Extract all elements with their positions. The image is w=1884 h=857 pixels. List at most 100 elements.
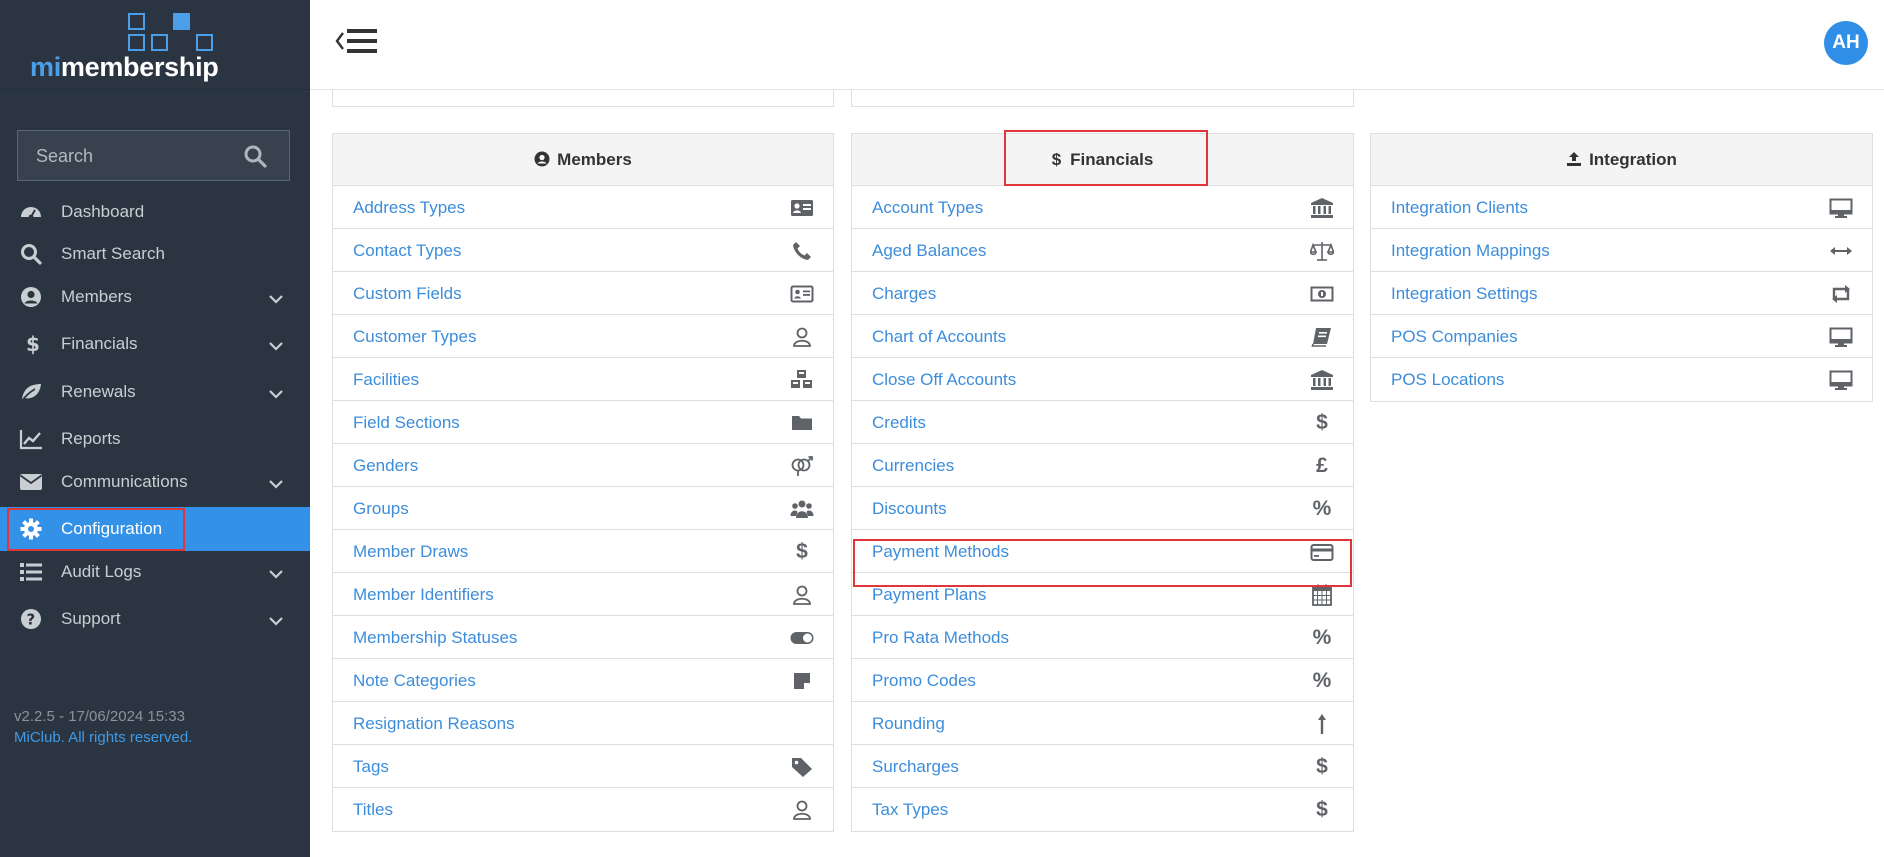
config-link-charges[interactable]: Charges [852,272,1353,315]
sidebar-item-renewals[interactable]: Renewals [0,370,310,414]
tag-icon [790,756,814,778]
chart-line-icon [19,430,42,450]
config-link-tags[interactable]: Tags [333,745,833,788]
menu-toggle-icon[interactable] [334,26,380,56]
row-label: Tax Types [872,800,949,819]
row-label: Credits [872,413,926,432]
config-link-chart-of-accounts[interactable]: Chart of Accounts [852,315,1353,358]
financials-panel: $ Financials Account Types Aged Balances … [851,133,1354,832]
config-link-pos-companies[interactable]: POS Companies [1371,315,1872,358]
user-circle-icon [534,151,550,167]
chevron-down-icon [269,617,283,626]
config-link-facilities[interactable]: Facilities [333,358,833,401]
logo[interactable]: mimembership [0,0,310,90]
row-label: Close Off Accounts [872,370,1017,389]
row-label: Field Sections [353,413,460,432]
logo-square [128,13,145,30]
config-link-customer-types[interactable]: Customer Types [333,315,833,358]
row-label: POS Companies [1391,327,1518,346]
config-link-rounding[interactable]: Rounding [852,702,1353,745]
user-avatar[interactable]: AH [1824,21,1868,65]
config-link-aged-balances[interactable]: Aged Balances [852,229,1353,272]
sidebar: mimembership Dashboard Smart Search Memb… [0,0,310,857]
config-link-member-identifiers[interactable]: Member Identifiers [333,573,833,616]
config-link-discounts[interactable]: Discounts% [852,487,1353,530]
panel-title: Integration [1589,150,1677,169]
retweet-icon [1829,283,1853,305]
chevron-down-icon [269,342,283,351]
envelope-icon [19,474,43,490]
config-link-custom-fields[interactable]: Custom Fields [333,272,833,315]
configuration-highlight [7,508,185,551]
search-input[interactable] [36,145,236,167]
config-link-note-categories[interactable]: Note Categories [333,659,833,702]
members-panel: Members Address Types Contact Types Cust… [332,133,834,832]
config-link-resignation-reasons[interactable]: Resignation Reasons [333,702,833,745]
bank-icon [1310,369,1334,391]
row-label: Membership Statuses [353,628,518,647]
panel-title: Members [557,150,632,169]
sidebar-item-label: Audit Logs [61,562,142,581]
config-link-integration-mappings[interactable]: Integration Mappings [1371,229,1872,272]
config-link-tax-types[interactable]: Tax Types $ [852,788,1353,831]
logo-square [151,34,168,51]
user-icon [790,799,814,821]
search-icon[interactable] [243,144,267,168]
row-label: Member Identifiers [353,585,494,604]
config-link-integration-clients[interactable]: Integration Clients [1371,186,1872,229]
chevron-down-icon [269,390,283,399]
sidebar-item-label: Communications [61,472,188,491]
config-link-currencies[interactable]: Currencies £ [852,444,1353,487]
sidebar-item-support[interactable]: ? Support [0,597,310,641]
sidebar-item-smart-search[interactable]: Smart Search [0,232,310,276]
config-link-pro-rata-methods[interactable]: Pro Rata Methods% [852,616,1353,659]
config-link-groups[interactable]: Groups [333,487,833,530]
row-label: Customer Types [353,327,477,346]
top-bar: AH [310,0,1884,90]
row-label: Charges [872,284,937,303]
config-link-pos-locations[interactable]: POS Locations [1371,358,1872,401]
config-link-close-off-accounts[interactable]: Close Off Accounts [852,358,1353,401]
row-label: Note Categories [353,671,476,690]
logo-square [173,13,190,30]
dollar-icon: $ [26,332,40,356]
row-label: Custom Fields [353,284,462,303]
user-circle-icon [21,287,41,307]
integration-panel: Integration Integration Clients Integrat… [1370,133,1873,402]
dollar-icon: $ [1316,411,1328,434]
config-link-surcharges[interactable]: Surcharges $ [852,745,1353,788]
config-link-member-draws[interactable]: Member Draws $ [333,530,833,573]
sidebar-item-audit-logs[interactable]: Audit Logs [0,550,310,594]
config-link-genders[interactable]: Genders [333,444,833,487]
balance-scale-icon [1309,240,1335,262]
logo-text: mimembership [30,52,219,83]
row-label: Account Types [872,198,984,217]
chevron-down-icon [269,570,283,579]
config-link-contact-types[interactable]: Contact Types [333,229,833,272]
row-label: Facilities [353,370,420,389]
config-link-account-types[interactable]: Account Types [852,186,1353,229]
config-link-credits[interactable]: Credits $ [852,401,1353,444]
config-link-titles[interactable]: Titles [333,788,833,831]
config-link-field-sections[interactable]: Field Sections [333,401,833,444]
folder-icon [790,412,814,434]
sticky-note-icon [790,670,814,692]
config-link-membership-statuses[interactable]: Membership Statuses [333,616,833,659]
config-link-promo-codes[interactable]: Promo Codes% [852,659,1353,702]
row-label: Promo Codes [872,671,976,690]
sidebar-item-dashboard[interactable]: Dashboard [0,190,310,234]
panel-header: Integration [1371,134,1872,186]
logo-membership: membership [60,52,219,82]
sidebar-item-members[interactable]: Members [0,275,310,319]
row-label: Integration Mappings [1391,241,1550,260]
config-link-integration-settings[interactable]: Integration Settings [1371,272,1872,315]
sidebar-item-financials[interactable]: $ Financials [0,322,310,366]
config-link-address-types[interactable]: Address Types [333,186,833,229]
desktop-icon [1829,326,1853,348]
sidebar-item-reports[interactable]: Reports [0,417,310,461]
address-card-icon [790,197,814,219]
dashboard-icon [21,207,41,220]
copyright-link[interactable]: MiClub. All rights reserved. [14,729,192,746]
sidebar-item-communications[interactable]: Communications [0,460,310,504]
desktop-icon [1829,369,1853,391]
